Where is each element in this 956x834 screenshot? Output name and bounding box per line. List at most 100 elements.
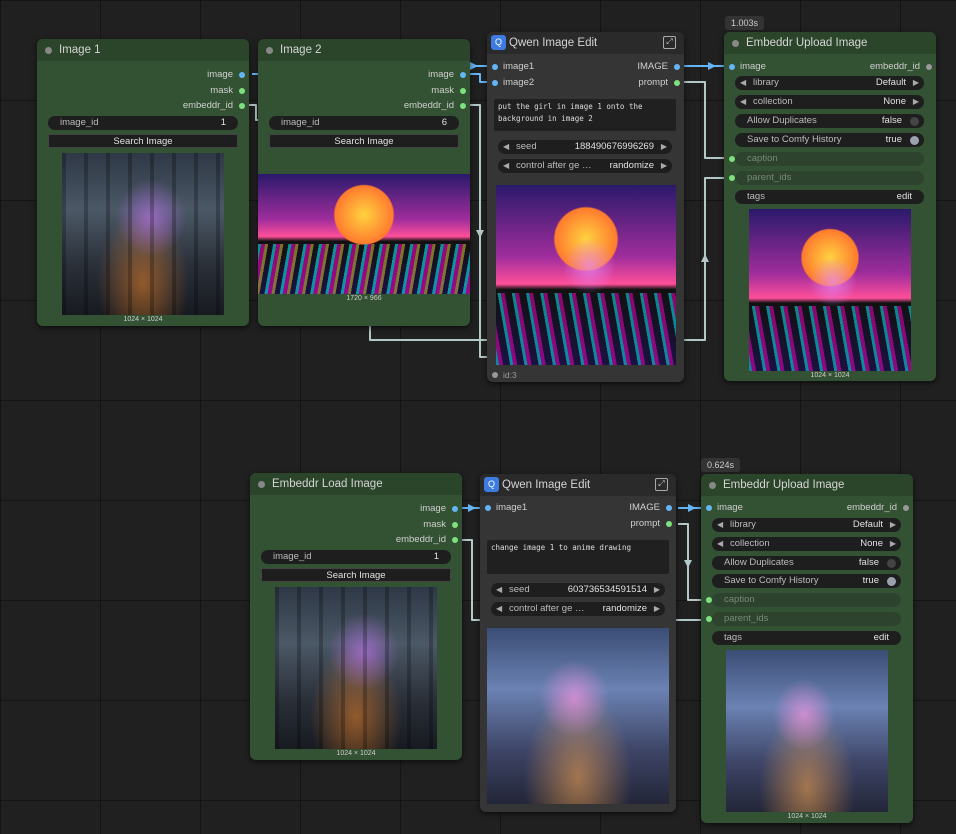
output-socket-icon[interactable] [674, 80, 680, 86]
search-image-button[interactable]: Search Image [48, 134, 238, 148]
prompt-textarea[interactable]: change image 1 to anime drawing [487, 540, 669, 574]
increment-arrow-icon[interactable]: ▶ [913, 95, 919, 109]
preview-image [62, 153, 224, 315]
increment-arrow-icon[interactable]: ▶ [661, 140, 667, 154]
node-title[interactable]: Q Qwen Image Edit ⤢ [487, 32, 684, 54]
node-title[interactable]: Q Qwen Image Edit ⤢ [480, 474, 676, 496]
image-id-widget[interactable]: image_id 6 [269, 116, 459, 130]
output-socket-icon[interactable] [460, 88, 466, 94]
link-image2-to-qwen1 [468, 73, 488, 83]
image-id-widget[interactable]: image_id 1 [261, 550, 451, 564]
collection-widget[interactable]: ◀ collection None ▶ [712, 537, 901, 551]
toggle-on-icon[interactable] [887, 577, 896, 586]
node-title[interactable]: Embeddr Load Image [250, 473, 462, 495]
decrement-arrow-icon[interactable]: ◀ [717, 537, 723, 551]
node-title[interactable]: Embeddr Upload Image [701, 474, 913, 496]
qwen-logo-icon: Q [484, 477, 499, 492]
output-socket-icon[interactable] [239, 72, 245, 78]
input-socket-icon[interactable] [729, 175, 735, 181]
flow-arrow [468, 504, 476, 512]
decrement-arrow-icon[interactable]: ◀ [496, 583, 502, 597]
qwen-image-edit-node-2[interactable]: Q Qwen Image Edit ⤢ image1 IMAGE prompt ch… [480, 474, 676, 812]
allow-duplicates-toggle[interactable]: Allow Duplicates false [735, 114, 924, 128]
input-socket-icon[interactable] [729, 156, 735, 162]
output-socket-icon[interactable] [674, 64, 680, 70]
input-socket-icon[interactable] [706, 505, 712, 511]
save-history-toggle[interactable]: Save to Comfy History true [712, 574, 901, 588]
embeddr-load-node[interactable]: Embeddr Load Image image mask embeddr_id… [250, 473, 462, 760]
increment-arrow-icon[interactable]: ▶ [661, 159, 667, 173]
input-socket-icon[interactable] [492, 64, 498, 70]
output-socket-icon[interactable] [452, 522, 458, 528]
search-image-button[interactable]: Search Image [269, 134, 459, 148]
increment-arrow-icon[interactable]: ▶ [654, 583, 660, 597]
control-after-generate-widget[interactable]: ◀ control after ge … randomize ▶ [491, 602, 665, 616]
node-title[interactable]: Image 1 [37, 39, 249, 61]
search-image-button[interactable]: Search Image [261, 568, 451, 582]
output-socket-icon[interactable] [460, 72, 466, 78]
flow-arrow [701, 254, 709, 262]
input-socket-icon[interactable] [485, 505, 491, 511]
seed-widget[interactable]: ◀ seed 603736534591514 ▶ [491, 583, 665, 597]
decrement-arrow-icon[interactable]: ◀ [503, 140, 509, 154]
preview-image [496, 185, 676, 365]
input-socket-icon[interactable] [729, 64, 735, 70]
increment-arrow-icon[interactable]: ▶ [913, 76, 919, 90]
toggle-on-icon[interactable] [910, 136, 919, 145]
control-after-generate-widget[interactable]: ◀ control after ge … randomize ▶ [498, 159, 672, 173]
decrement-arrow-icon[interactable]: ◀ [740, 76, 746, 90]
qwen-image-edit-node-1[interactable]: Q Qwen Image Edit ⤢ image1 image2 IMAGE pr… [487, 32, 684, 382]
node-title[interactable]: Image 2 [258, 39, 470, 61]
output-socket-icon[interactable] [239, 103, 245, 109]
increment-arrow-icon[interactable]: ▶ [890, 537, 896, 551]
output-socket-icon[interactable] [452, 537, 458, 543]
image-id-widget[interactable]: image_id 1 [48, 116, 238, 130]
toggle-off-icon[interactable] [910, 117, 919, 126]
increment-arrow-icon[interactable]: ▶ [890, 518, 896, 532]
image-size-caption: 1024 × 1024 [123, 316, 163, 323]
allow-duplicates-toggle[interactable]: Allow Duplicates false [712, 556, 901, 570]
node-title[interactable]: Embeddr Upload Image [724, 32, 936, 54]
output-socket-icon[interactable] [460, 103, 466, 109]
collapse-dot-icon[interactable] [709, 482, 716, 489]
tags-widget[interactable]: tags edit [735, 190, 924, 204]
collapse-dot-icon[interactable] [732, 40, 739, 47]
input-socket-icon[interactable] [492, 80, 498, 86]
parent-ids-input-widget[interactable]: parent_ids [735, 171, 924, 185]
increment-arrow-icon[interactable]: ▶ [654, 602, 660, 616]
flow-arrow [470, 62, 478, 70]
library-widget[interactable]: ◀ library Default ▶ [735, 76, 924, 90]
output-socket-icon[interactable] [666, 505, 672, 511]
image2-node[interactable]: Image 2 image mask embeddr_id image_id 6… [258, 39, 470, 326]
collapse-dot-icon[interactable] [266, 47, 273, 54]
seed-widget[interactable]: ◀ seed 188490676996269 ▶ [498, 140, 672, 154]
parent-ids-input-widget[interactable]: parent_ids [712, 612, 901, 626]
input-socket-icon[interactable] [706, 616, 712, 622]
embeddr-upload-node-1[interactable]: Embeddr Upload Image image embeddr_id ◀ … [724, 32, 936, 381]
prompt-textarea[interactable]: put the girl in image 1 onto the backgro… [494, 99, 676, 131]
embeddr-upload-node-2[interactable]: Embeddr Upload Image image embeddr_id ◀ … [701, 474, 913, 823]
input-socket-icon[interactable] [706, 597, 712, 603]
tags-widget[interactable]: tags edit [712, 631, 901, 645]
collapse-dot-icon[interactable] [258, 481, 265, 488]
caption-input-widget[interactable]: caption [712, 593, 901, 607]
decrement-arrow-icon[interactable]: ◀ [496, 602, 502, 616]
output-socket-icon[interactable] [666, 521, 672, 527]
expand-icon[interactable]: ⤢ [655, 478, 668, 491]
collapse-dot-icon[interactable] [45, 47, 52, 54]
library-widget[interactable]: ◀ library Default ▶ [712, 518, 901, 532]
input-image1: image1 [503, 61, 535, 72]
output-socket-icon[interactable] [903, 505, 909, 511]
caption-input-widget[interactable]: caption [735, 152, 924, 166]
output-socket-icon[interactable] [239, 88, 245, 94]
decrement-arrow-icon[interactable]: ◀ [717, 518, 723, 532]
output-socket-icon[interactable] [926, 64, 932, 70]
image1-node[interactable]: Image 1 image mask embeddr_id image_id 1… [37, 39, 249, 326]
toggle-off-icon[interactable] [887, 559, 896, 568]
decrement-arrow-icon[interactable]: ◀ [503, 159, 509, 173]
decrement-arrow-icon[interactable]: ◀ [740, 95, 746, 109]
expand-icon[interactable]: ⤢ [663, 36, 676, 49]
collection-widget[interactable]: ◀ collection None ▶ [735, 95, 924, 109]
output-socket-icon[interactable] [452, 506, 458, 512]
save-history-toggle[interactable]: Save to Comfy History true [735, 133, 924, 147]
